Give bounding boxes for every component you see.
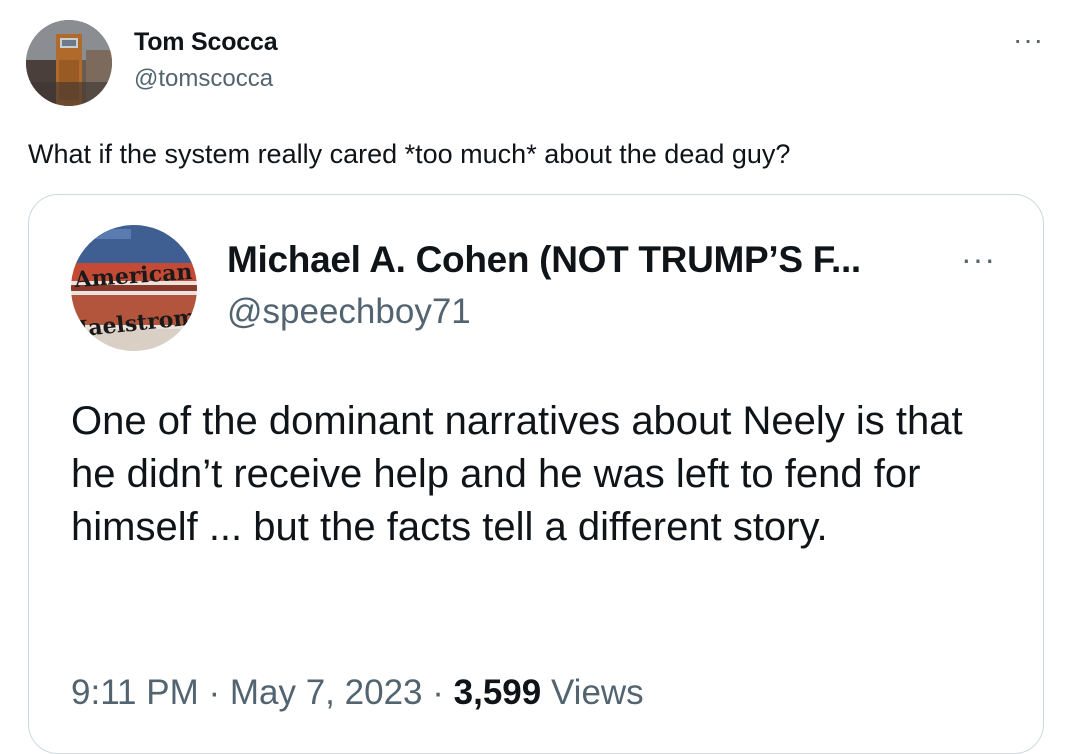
quoted-tweet-card[interactable]: American Maelstrom Michael A. Cohen (NOT… bbox=[28, 194, 1044, 754]
tweet-date[interactable]: May 7, 2023 bbox=[230, 673, 423, 712]
avatar-image bbox=[26, 20, 112, 106]
tweet-metadata: 9:11 PM · May 7, 2023 · 3,599 Views bbox=[71, 673, 644, 713]
quoted-author-avatar[interactable]: American Maelstrom bbox=[71, 225, 197, 351]
author-handle[interactable]: @tomscocca bbox=[134, 65, 273, 93]
quoted-author-handle[interactable]: @speechboy71 bbox=[227, 292, 471, 332]
meta-separator: · bbox=[432, 673, 444, 712]
tweet: Tom Scocca @tomscocca ··· What if the sy… bbox=[0, 0, 1070, 754]
author-avatar[interactable] bbox=[26, 20, 112, 106]
more-options-icon[interactable]: ··· bbox=[1013, 26, 1044, 54]
meta-separator: · bbox=[208, 673, 221, 712]
views-count: 3,599 bbox=[453, 673, 542, 712]
author-name[interactable]: Tom Scocca bbox=[134, 28, 278, 57]
quoted-author-name[interactable]: Michael A. Cohen (NOT TRUMP’S F... bbox=[227, 239, 861, 281]
views-label: Views bbox=[550, 673, 644, 712]
tweet-text: What if the system really cared *too muc… bbox=[28, 139, 791, 169]
quoted-tweet-text: One of the dominant narratives about Nee… bbox=[71, 399, 963, 549]
quoted-more-options-icon[interactable]: ··· bbox=[961, 243, 996, 275]
maelstrom-logo-image: American Maelstrom bbox=[71, 225, 197, 351]
tweet-time[interactable]: 9:11 PM bbox=[71, 673, 199, 712]
